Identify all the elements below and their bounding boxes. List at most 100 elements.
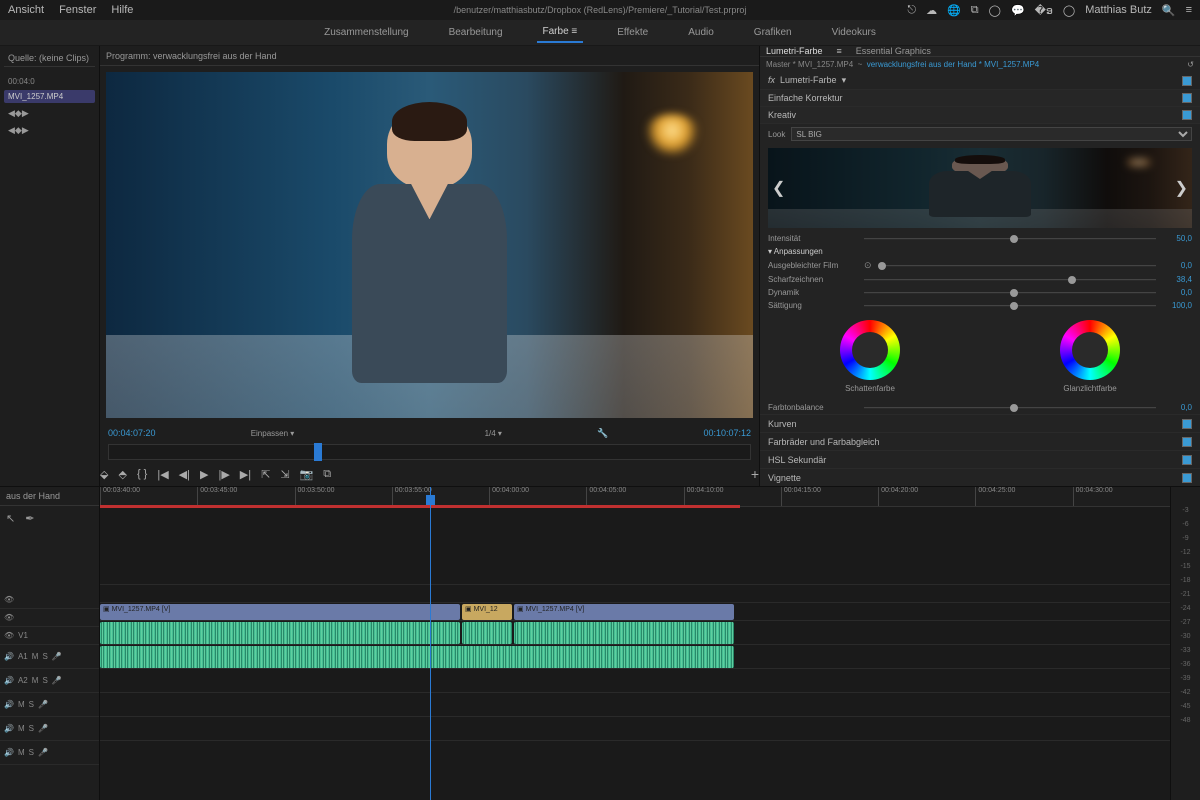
track-a5[interactable] <box>100 717 1170 741</box>
chat-icon[interactable]: 💬 <box>1011 4 1025 17</box>
fx-row[interactable]: fx Lumetri-Farbe ▾ <box>760 72 1200 90</box>
section-vignette[interactable]: Vignette <box>760 468 1200 486</box>
lift-icon[interactable]: ⇱ <box>261 468 270 481</box>
tab-menu-icon[interactable]: ≡ <box>837 46 842 56</box>
menu-fenster[interactable]: Fenster <box>59 4 96 16</box>
adjust-header[interactable]: ▾ Anpassungen <box>760 245 1200 258</box>
clip-a1-c[interactable] <box>514 622 734 644</box>
play-icon[interactable]: ▶ <box>200 468 208 481</box>
look-dropdown[interactable]: SL BIG <box>791 127 1192 141</box>
dropbox-icon[interactable]: ⧉ <box>971 4 979 17</box>
source-tab[interactable]: Quelle: (keine Clips) <box>4 50 95 67</box>
compare-icon[interactable]: ⧉ <box>323 468 331 481</box>
program-scrubber[interactable] <box>108 444 751 460</box>
add-button-icon[interactable]: + <box>751 466 759 482</box>
clip-v1-a[interactable]: ▣ MVI_1257.MP4 [V] <box>100 604 460 620</box>
ws-audio[interactable]: Audio <box>682 23 720 42</box>
clip-a2-a[interactable] <box>100 646 734 668</box>
slider-vibrance[interactable]: Dynamik 0,0 <box>760 286 1200 299</box>
ws-editing[interactable]: Bearbeitung <box>443 23 509 42</box>
clip-a1-b[interactable] <box>462 622 512 644</box>
clip-v1-c[interactable]: ▣ MVI_1257.MP4 [V] <box>514 604 734 620</box>
slider-fade[interactable]: Ausgebleichter Film⊙ 0,0 <box>760 258 1200 273</box>
section-basic[interactable]: Einfache Korrektur <box>760 90 1200 107</box>
wrench-icon[interactable]: 🔧 <box>597 428 608 439</box>
track-head-a5[interactable]: 🔊MS🎤 <box>0 741 99 765</box>
track-head-a4[interactable]: 🔊MS🎤 <box>0 717 99 741</box>
slider-sharpen[interactable]: Scharfzeichnen 38,4 <box>760 273 1200 286</box>
extract-icon[interactable]: ⇲ <box>280 468 289 481</box>
ws-graphics[interactable]: Grafiken <box>748 23 798 42</box>
slider-intensity[interactable]: Intensität 50,0 <box>760 232 1200 245</box>
cloud-icon[interactable]: ☁ <box>926 4 937 17</box>
username[interactable]: Matthias Butz <box>1085 4 1152 16</box>
goto-in-icon[interactable]: |◀ <box>157 468 168 481</box>
fx-checkbox[interactable] <box>1182 76 1192 86</box>
tab-essential-graphics[interactable]: Essential Graphics <box>856 46 931 56</box>
tab-lumetri[interactable]: Lumetri-Farbe <box>766 46 823 56</box>
ws-effects[interactable]: Effekte <box>611 23 654 42</box>
track-head-v3[interactable]: 👁 <box>0 591 99 609</box>
ws-assembly[interactable]: Zusammenstellung <box>318 23 414 42</box>
step-back-icon[interactable]: ◀| <box>179 468 190 481</box>
track-a4[interactable] <box>100 693 1170 717</box>
look-prev-icon[interactable]: ❮ <box>772 178 785 198</box>
section-curves[interactable]: Kurven <box>760 414 1200 432</box>
wifi-icon[interactable]: �ອ <box>1035 4 1053 17</box>
mark-in-icon[interactable]: ⬙ <box>100 468 108 481</box>
track-head-v2[interactable]: 👁 <box>0 609 99 627</box>
highlight-tint-wheel[interactable]: Glanzlichtfarbe <box>1060 320 1120 393</box>
goto-out-icon[interactable]: ▶| <box>240 468 251 481</box>
ws-color[interactable]: Farbe ≡ <box>537 22 584 43</box>
scale-dropdown[interactable]: 1/4 ▾ <box>485 429 502 438</box>
progress-icon[interactable]: ◯ <box>989 4 1001 17</box>
pen-tool-icon[interactable]: ✒ <box>25 512 34 525</box>
slider-tint-balance[interactable]: Farbtonbalance 0,0 <box>760 401 1200 414</box>
menu-hilfe[interactable]: Hilfe <box>111 4 133 16</box>
mark-out-icon[interactable]: ⬘ <box>118 468 126 481</box>
section-creative[interactable]: Kreativ <box>760 107 1200 124</box>
sequence-tab[interactable]: aus der Hand <box>0 487 99 506</box>
clip-a1-a[interactable] <box>100 622 460 644</box>
shadow-tint-wheel[interactable]: Schattenfarbe <box>840 320 900 393</box>
tc-in[interactable]: 00:04:07:20 <box>108 428 156 438</box>
keyframe-next-icon[interactable]: ◀◆▶ <box>8 125 91 136</box>
globe-icon[interactable]: 🌐 <box>947 4 961 17</box>
cc-sync-icon[interactable]: ⎋ <box>907 4 916 17</box>
creative-checkbox[interactable] <box>1182 110 1192 120</box>
slider-saturation[interactable]: Sättigung 100,0 <box>760 299 1200 312</box>
fit-dropdown[interactable]: Einpassen ▾ <box>251 429 295 438</box>
track-head-a3[interactable]: 🔊MS🎤 <box>0 693 99 717</box>
playhead[interactable] <box>430 487 431 800</box>
ws-videokurs[interactable]: Videokurs <box>826 23 882 42</box>
section-colorwheels[interactable]: Farbräder und Farbabgleich <box>760 432 1200 450</box>
user-avatar-icon[interactable]: ◯ <box>1063 4 1075 17</box>
track-head-a1[interactable]: 🔊A1MS🎤 <box>0 645 99 669</box>
track-a3[interactable] <box>100 669 1170 693</box>
step-fwd-icon[interactable]: |▶ <box>218 468 229 481</box>
track-a2[interactable] <box>100 645 1170 669</box>
reset-icon[interactable]: ↺ <box>1187 60 1194 69</box>
menu-ansicht[interactable]: Ansicht <box>8 4 44 16</box>
timeline-tracks[interactable]: 00:03:40:0000:03:45:0000:03:50:0000:03:5… <box>100 487 1170 800</box>
marker-icon[interactable]: { } <box>137 468 147 480</box>
time-ruler[interactable]: 00:03:40:0000:03:45:0000:03:50:0000:03:5… <box>100 487 1170 507</box>
clip-v1-b[interactable]: ▣ MVI_12 <box>462 604 512 620</box>
menu-icon[interactable]: ≡ <box>1186 4 1192 16</box>
search-icon[interactable]: 🔍 <box>1162 4 1176 17</box>
look-next-icon[interactable]: ❯ <box>1175 178 1188 198</box>
selection-tool-icon[interactable]: ↖ <box>6 512 15 525</box>
track-head-v1[interactable]: 👁V1 <box>0 627 99 645</box>
tc-out[interactable]: 00:10:07:12 <box>703 428 751 438</box>
track-v1[interactable]: ▣ MVI_1257.MP4 [V] ▣ MVI_12 ▣ MVI_1257.M… <box>100 603 1170 621</box>
track-v3[interactable] <box>100 567 1170 585</box>
export-frame-icon[interactable]: 📷 <box>300 468 314 481</box>
program-video-view[interactable] <box>106 72 753 418</box>
track-head-a2[interactable]: 🔊A2MS🎤 <box>0 669 99 693</box>
track-a1[interactable] <box>100 621 1170 645</box>
section-hsl[interactable]: HSL Sekundär <box>760 450 1200 468</box>
effect-clip-chip[interactable]: MVI_1257.MP4 <box>4 90 95 103</box>
basic-checkbox[interactable] <box>1182 93 1192 103</box>
track-v2[interactable] <box>100 585 1170 603</box>
keyframe-prev-icon[interactable]: ◀◆▶ <box>8 108 91 119</box>
